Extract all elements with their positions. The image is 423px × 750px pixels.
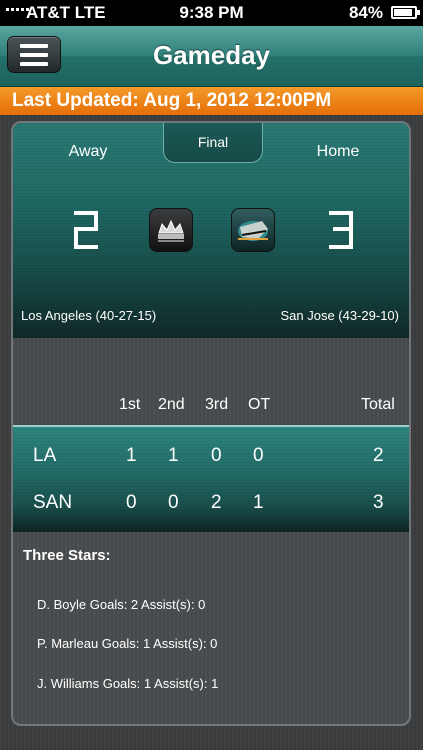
home-label: Home [316, 143, 360, 160]
period-score-table: LA 1 1 0 0 2 SAN 0 0 2 1 3 [13, 425, 409, 532]
page-title: Gameday [152, 40, 271, 70]
game-status-label: Final [197, 134, 229, 150]
scoreboard: Away Final Home Los Angeles (40-27-15) S… [13, 123, 409, 338]
game-status-tab: Final [163, 123, 263, 163]
row-cell: 1 [126, 445, 137, 466]
status-bar: AT&T LTE 9:38 PM 84% [0, 0, 423, 26]
row-cell: 1 [253, 492, 264, 513]
home-score [328, 210, 354, 250]
list-item: P. Marleau Goals: 1 Assist(s): 0 [37, 636, 218, 651]
row-total: 3 [373, 492, 384, 513]
list-item: D. Boyle Goals: 2 Assist(s): 0 [37, 597, 206, 612]
list-item: J. Williams Goals: 1 Assist(s): 1 [37, 676, 219, 691]
away-score [73, 210, 99, 250]
header-total: Total [361, 396, 395, 413]
battery-icon [391, 6, 420, 19]
row-cell: 0 [211, 445, 222, 466]
row-cell: 0 [126, 492, 137, 513]
row-cell: 1 [168, 445, 179, 466]
row-cell: 2 [211, 492, 222, 513]
header-period-3: 3rd [205, 396, 229, 413]
row-team-label: SAN [33, 492, 73, 513]
san-jose-sharks-logo-icon [231, 208, 275, 252]
home-team-record: San Jose (43-29-10) [280, 308, 399, 323]
last-updated-banner: Last Updated: Aug 1, 2012 12:00PM [0, 87, 423, 115]
header-period-2: 2nd [158, 396, 185, 413]
game-card: Away Final Home Los Angeles (40-27-15) S… [11, 121, 411, 726]
la-kings-logo-icon [149, 208, 193, 252]
three-stars-heading: Three Stars: [23, 547, 111, 564]
navigation-bar: Gameday [0, 26, 423, 87]
row-total: 2 [373, 445, 384, 466]
away-label: Away [68, 143, 108, 160]
header-overtime: OT [248, 396, 271, 413]
battery-percentage: 84% [348, 3, 383, 22]
header-period-1: 1st [119, 396, 141, 413]
row-team-label: LA [33, 445, 57, 466]
away-team-record: Los Angeles (40-27-15) [21, 308, 157, 323]
row-cell: 0 [168, 492, 179, 513]
row-cell: 0 [253, 445, 264, 466]
